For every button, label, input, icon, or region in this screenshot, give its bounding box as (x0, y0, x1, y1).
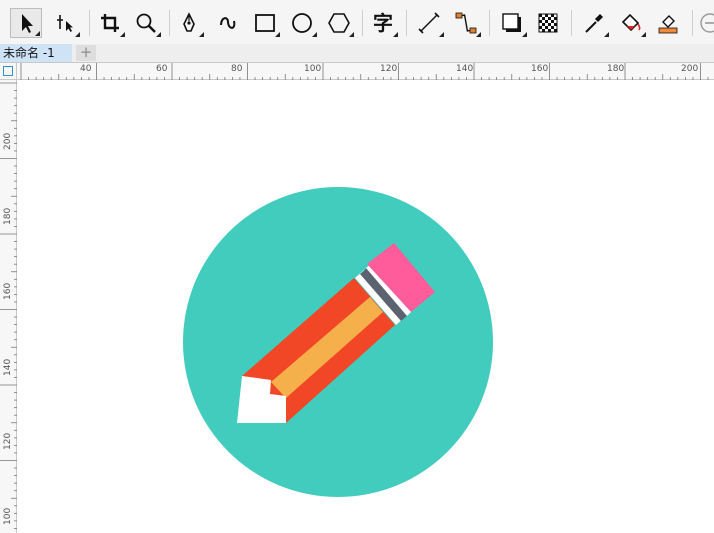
vertical-ruler[interactable]: 200 180 160 140 120 100 (0, 80, 17, 533)
paint-bucket-icon (621, 13, 641, 32)
ruler-origin-icon (3, 66, 13, 76)
polygon-tool-button[interactable] (323, 8, 355, 38)
interactive-fill-tool-button[interactable] (615, 8, 647, 38)
magnifier-icon (136, 13, 156, 33)
add-document-tab-button[interactable]: + (76, 45, 96, 61)
drop-shadow-tool-button[interactable] (496, 8, 528, 38)
ruler-label: 100 (3, 507, 13, 525)
ellipse-icon (292, 13, 312, 33)
eyedropper-icon (585, 14, 603, 33)
rectangle-icon (255, 14, 275, 32)
main-toolbar: 字 (0, 0, 714, 45)
zoom-tool-button[interactable] (130, 8, 162, 38)
smart-fill-icon (658, 15, 678, 34)
toolbar-separator (89, 10, 90, 36)
hexagon-icon (328, 13, 350, 33)
text-char-icon: 字 (373, 11, 393, 35)
crop-tool-button[interactable] (94, 8, 126, 38)
document-tab-bar: 未命名 -1 + (0, 44, 714, 63)
ruler-label: 160 (531, 64, 549, 74)
ruler-label: 180 (3, 207, 13, 225)
pen-nib-icon (183, 12, 195, 32)
text-tool-button[interactable]: 字 (367, 8, 399, 38)
ruler-label: 120 (380, 64, 398, 74)
toolbar-separator (406, 10, 407, 36)
ruler-label: 200 (681, 64, 699, 74)
smart-fill-tool-button[interactable] (652, 8, 684, 38)
ruler-label: 200 (3, 132, 13, 150)
connector-tool-button[interactable] (450, 8, 482, 38)
ellipse-tool-button[interactable] (286, 8, 318, 38)
plus-circle-icon (700, 13, 714, 33)
horizontal-ruler[interactable]: 40 60 80 100 120 140 160 180 200 (17, 63, 714, 80)
toolbar-separator (362, 10, 363, 36)
toolbar-separator (489, 10, 490, 36)
connector-icon (455, 12, 477, 34)
toolbar-separator (169, 10, 170, 36)
ruler-label: 160 (3, 282, 13, 300)
shape-tool-button[interactable] (49, 8, 81, 38)
document-tab[interactable]: 未命名 -1 (0, 44, 72, 62)
ruler-label: 140 (456, 64, 474, 74)
transparency-tool-button[interactable] (532, 8, 564, 38)
ruler-origin-corner[interactable] (0, 63, 17, 80)
ruler-label: 100 (304, 64, 322, 74)
drawing-canvas[interactable] (18, 80, 714, 533)
curve-icon (220, 17, 236, 29)
ruler-label: 60 (156, 64, 168, 74)
node-edit-icon (57, 15, 73, 32)
toolbar-separator (692, 10, 693, 36)
pencil-icon-artwork[interactable] (18, 80, 714, 533)
toolbar-separator (571, 10, 572, 36)
ruler-label: 140 (3, 358, 13, 376)
drop-shadow-icon (502, 13, 521, 32)
artistic-media-tool-button[interactable] (212, 8, 244, 38)
dimension-line-icon (418, 12, 440, 34)
add-tool-button[interactable] (698, 8, 714, 38)
ruler-label: 80 (231, 64, 243, 74)
freehand-tool-button[interactable] (173, 8, 205, 38)
rectangle-tool-button[interactable] (249, 8, 281, 38)
ruler-label: 120 (3, 432, 13, 450)
ruler-label: 180 (607, 64, 625, 74)
pick-tool-button[interactable] (10, 8, 42, 38)
eyedropper-tool-button[interactable] (578, 8, 610, 38)
crop-icon (101, 14, 119, 32)
checkerboard-icon (538, 13, 558, 33)
ruler-label: 40 (80, 64, 92, 74)
parallel-dimension-tool-button[interactable] (413, 8, 445, 38)
